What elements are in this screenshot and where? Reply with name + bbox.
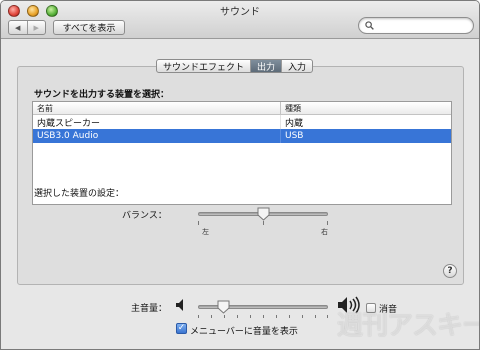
table-header: 名前 種類	[33, 102, 451, 115]
tab-bar: サウンドエフェクト 出力 入力	[156, 59, 314, 73]
back-forward-control: ◀ ▶	[8, 20, 46, 35]
column-header-type[interactable]: 種類	[281, 102, 451, 114]
device-name: USB3.0 Audio	[33, 129, 281, 143]
volume-label: 主音量：	[131, 304, 168, 314]
device-settings-label: 選択した装置の設定：	[34, 189, 125, 199]
device-type: USB	[285, 131, 304, 141]
device-type: 内蔵	[285, 118, 304, 129]
volume-ticks	[198, 315, 328, 319]
title-bar: サウンド ◀ ▶ すべてを表示	[1, 1, 479, 39]
device-name: 内蔵スピーカー	[33, 115, 281, 129]
show-volume-in-menubar-label: メニューバーに音量を表示	[190, 327, 298, 337]
output-panel: サウンドを出力する装置を選択： 名前 種類 内蔵スピーカー 内蔵 USB3.0 …	[17, 66, 464, 285]
table-row-selected[interactable]: USB3.0 Audio USB	[33, 129, 451, 143]
balance-slider-thumb[interactable]	[257, 207, 270, 221]
speaker-low-icon	[176, 299, 183, 311]
search-icon	[365, 21, 374, 30]
table-row[interactable]: 内蔵スピーカー 内蔵	[33, 115, 451, 129]
select-device-label: サウンドを出力する装置を選択：	[34, 90, 170, 100]
volume-slider-thumb[interactable]	[217, 300, 230, 314]
show-all-button[interactable]: すべてを表示	[53, 20, 125, 35]
forward-arrow-icon[interactable]: ▶	[26, 21, 46, 34]
balance-ticks	[198, 221, 328, 226]
tab-input[interactable]: 入力	[281, 60, 312, 72]
show-volume-in-menubar-checkbox[interactable]: ✓	[176, 323, 187, 334]
tab-output[interactable]: 出力	[250, 60, 282, 72]
tab-sound-effects[interactable]: サウンドエフェクト	[157, 60, 250, 73]
help-button[interactable]: ?	[443, 264, 457, 278]
balance-label: バランス：	[122, 211, 167, 221]
window-title: サウンド	[220, 7, 260, 18]
search-field[interactable]	[358, 17, 474, 34]
watermark: 週刊アスキー	[337, 311, 480, 341]
balance-right-label: 右	[321, 228, 328, 236]
back-arrow-icon[interactable]: ◀	[9, 21, 27, 34]
balance-left-label: 左	[202, 228, 209, 236]
sound-preferences-window: サウンド ◀ ▶ すべてを表示 サウンドエフェクト 出力 入力 サウンドを出力す…	[0, 0, 480, 350]
column-header-name[interactable]: 名前	[33, 102, 281, 114]
